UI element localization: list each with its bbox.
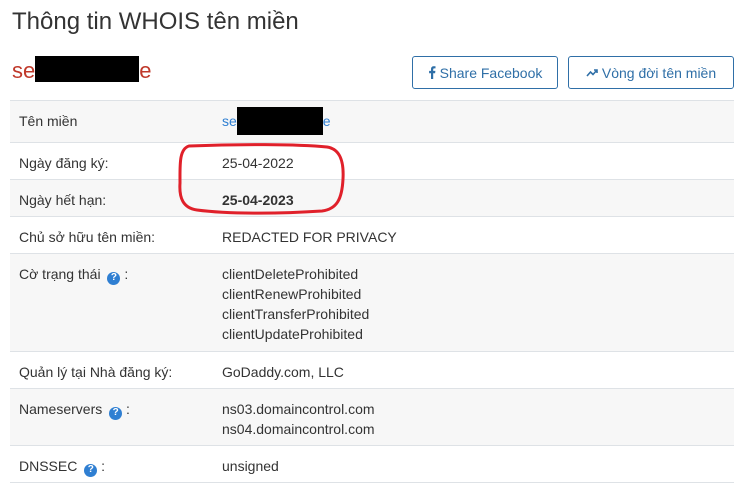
lifecycle-label: Vòng đời tên miền — [601, 64, 717, 81]
question-circle-icon[interactable]: ? — [107, 271, 121, 285]
whois-table: Tên miền se e Ngày đăng ký: 25-04-2022 Ng… — [10, 100, 734, 483]
expiry-value: 25-04-2023 — [222, 192, 294, 208]
registrar-label: Quản lý tại Nhà đăng ký: — [19, 364, 173, 380]
dnssec-label-colon: : — [101, 458, 106, 474]
owner-value: REDACTED FOR PRIVACY — [222, 229, 397, 245]
row-domain: Tên miền se e — [10, 100, 734, 143]
status-value: clientRenewProhibited — [222, 286, 362, 302]
expiry-label: Ngày hết hạn: — [19, 192, 107, 208]
nameserver-value: ns04.domaincontrol.com — [222, 421, 375, 437]
row-owner: Chủ sở hữu tên miền: REDACTED FOR PRIVAC… — [10, 216, 734, 254]
status-value: clientDeleteProhibited — [222, 266, 359, 282]
redaction-bar-small — [236, 107, 323, 135]
lifecycle-button[interactable]: Vòng đời tên miền — [568, 56, 734, 89]
redaction-bar — [35, 56, 140, 82]
nameservers-label-colon: : — [126, 401, 130, 417]
row-dnssec: DNSSEC ? : unsigned — [10, 445, 734, 483]
domain-heading: se e — [12, 56, 152, 84]
nameservers-label: Nameservers — [19, 401, 103, 417]
row-expiry: Ngày hết hạn: 25-04-2023 — [10, 179, 734, 217]
row-status: Cờ trạng thái ? : clientDeleteProhibited… — [10, 253, 734, 352]
status-value: clientTransferProhibited — [222, 306, 370, 322]
registrar-value: GoDaddy.com, LLC — [222, 364, 344, 380]
status-label: Cờ trạng thái — [19, 266, 101, 282]
page-title: Thông tin WHOIS tên miền — [12, 8, 299, 35]
dnssec-value: unsigned — [222, 458, 279, 474]
facebook-icon — [428, 66, 436, 79]
domain-link[interactable]: se e — [222, 101, 734, 139]
dnssec-label: DNSSEC — [19, 458, 78, 474]
registered-label: Ngày đăng ký: — [19, 155, 109, 171]
owner-label: Chủ sở hữu tên miền: — [19, 229, 156, 245]
row-nameservers: Nameservers ? : ns03.domaincontrol.com n… — [10, 388, 734, 446]
share-facebook-label: Share Facebook — [439, 64, 543, 81]
domain-link-suffix: e — [322, 113, 331, 129]
trend-icon — [586, 68, 598, 77]
domain-link-prefix: se — [222, 113, 237, 129]
domain-prefix: se — [12, 58, 36, 83]
domain-suffix: e — [139, 58, 152, 83]
share-facebook-button[interactable]: Share Facebook — [412, 56, 558, 89]
question-circle-icon[interactable]: ? — [84, 463, 98, 477]
row-registered: Ngày đăng ký: 25-04-2022 — [10, 142, 734, 180]
domain-label: Tên miền — [19, 113, 78, 129]
status-label-colon: : — [124, 266, 129, 282]
nameserver-value: ns03.domaincontrol.com — [222, 401, 375, 417]
status-value: clientUpdateProhibited — [222, 326, 363, 342]
question-circle-icon[interactable]: ? — [109, 406, 123, 420]
row-registrar: Quản lý tại Nhà đăng ký: GoDaddy.com, LL… — [10, 351, 734, 389]
registered-value: 25-04-2022 — [222, 155, 294, 171]
